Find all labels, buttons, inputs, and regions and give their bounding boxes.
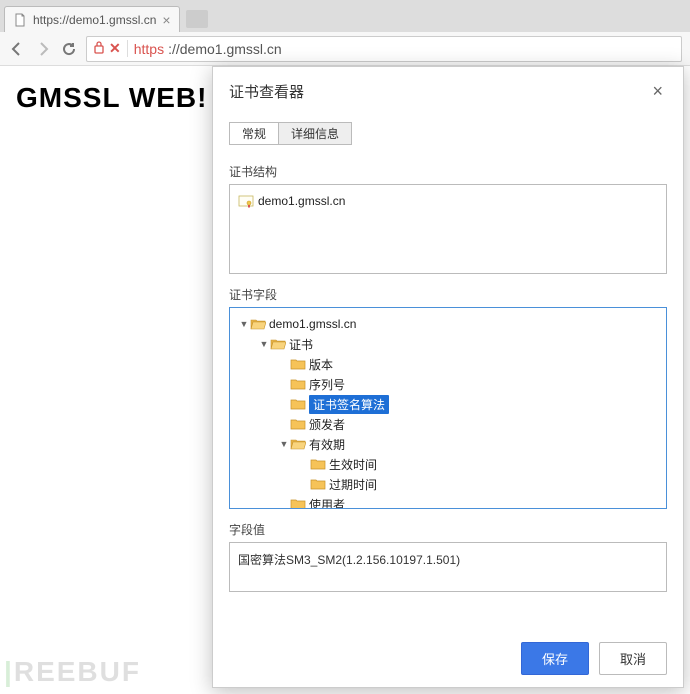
structure-root-label: demo1.gmssl.cn — [258, 194, 345, 208]
folder-icon — [290, 357, 306, 371]
chevron-down-icon[interactable]: ▼ — [278, 439, 290, 449]
certificate-icon — [238, 194, 254, 208]
tree-row[interactable]: ▶使用者 — [234, 494, 662, 509]
tree-row[interactable]: ▶过期时间 — [234, 474, 662, 494]
page-headline: GMSSL WEB! — [16, 82, 207, 113]
structure-label: 证书结构 — [229, 163, 667, 180]
cancel-button[interactable]: 取消 — [599, 642, 667, 675]
folder-open-icon — [290, 437, 306, 451]
url-scheme: https — [134, 41, 164, 57]
structure-root-row[interactable]: demo1.gmssl.cn — [234, 191, 662, 211]
folder-open-icon — [270, 337, 286, 351]
field-value-panel[interactable]: 国密算法SM3_SM2(1.2.156.10197.1.501) — [229, 542, 667, 592]
folder-icon — [310, 457, 326, 471]
folder-open-icon — [250, 317, 266, 331]
watermark-bar-icon: | — [4, 656, 14, 687]
tab-title: https://demo1.gmssl.cn — [33, 13, 156, 27]
tree-node-label: 过期时间 — [329, 476, 377, 493]
tree-node-label: 生效时间 — [329, 456, 377, 473]
tree-row[interactable]: ▶证书签名算法 — [234, 394, 662, 414]
tree-node-label: 使用者 — [309, 496, 345, 510]
url-rest: ://demo1.gmssl.cn — [168, 41, 282, 57]
forward-button[interactable] — [34, 40, 52, 58]
address-bar[interactable]: ✕ https://demo1.gmssl.cn — [86, 36, 682, 62]
certificate-structure-panel[interactable]: demo1.gmssl.cn — [229, 184, 667, 274]
tree-node-label: demo1.gmssl.cn — [269, 317, 356, 331]
tree-row[interactable]: ▼ 有效期 — [234, 434, 662, 454]
insecure-icon: ✕ — [109, 40, 121, 57]
tree-row[interactable]: ▼ 证书 — [234, 334, 662, 354]
value-label: 字段值 — [229, 521, 667, 538]
folder-icon — [290, 497, 306, 509]
tree-row[interactable]: ▶版本 — [234, 354, 662, 374]
dialog-header: 证书查看器 × — [213, 67, 683, 110]
new-tab-button[interactable] — [186, 10, 208, 28]
dialog-tabs: 常规 详细信息 — [229, 122, 667, 145]
dialog-footer: 保存 取消 — [213, 630, 683, 687]
tree-row[interactable]: ▶颁发者 — [234, 414, 662, 434]
browser-toolbar: ✕ https://demo1.gmssl.cn — [0, 32, 690, 66]
folder-icon — [310, 477, 326, 491]
folder-icon — [290, 397, 306, 411]
tree-row[interactable]: ▶生效时间 — [234, 454, 662, 474]
tree-node-label: 版本 — [309, 356, 333, 373]
dialog-title: 证书查看器 — [229, 81, 304, 102]
chevron-down-icon[interactable]: ▼ — [258, 339, 270, 349]
tree-node-label: 证书签名算法 — [309, 395, 389, 414]
tree-node-label: 序列号 — [309, 376, 345, 393]
reload-button[interactable] — [60, 40, 78, 58]
certificate-viewer-dialog: 证书查看器 × 常规 详细信息 证书结构 demo1.gmssl.cn 证书字段… — [212, 66, 684, 688]
folder-icon — [290, 377, 306, 391]
save-button[interactable]: 保存 — [521, 642, 589, 675]
watermark: |REEBUF — [4, 656, 141, 688]
tab-close-icon[interactable]: × — [156, 12, 170, 28]
browser-tab-bar: https://demo1.gmssl.cn × — [0, 0, 690, 32]
tree-node-label: 证书 — [289, 336, 313, 353]
close-icon[interactable]: × — [648, 81, 667, 102]
chevron-down-icon[interactable]: ▼ — [238, 319, 250, 329]
tree-row[interactable]: ▶序列号 — [234, 374, 662, 394]
back-button[interactable] — [8, 40, 26, 58]
page-icon — [13, 13, 27, 27]
browser-tab[interactable]: https://demo1.gmssl.cn × — [4, 6, 180, 32]
field-value-text: 国密算法SM3_SM2(1.2.156.10197.1.501) — [238, 553, 460, 567]
tab-general[interactable]: 常规 — [229, 122, 278, 145]
certificate-fields-panel[interactable]: ▼ demo1.gmssl.cn ▼ 证书▶版本▶序列号▶证书签名算法▶颁发者 ▼ 有效期… — [229, 307, 667, 509]
lock-warning-icon — [93, 40, 105, 57]
tree-row[interactable]: ▼ demo1.gmssl.cn — [234, 314, 662, 334]
tab-details[interactable]: 详细信息 — [278, 122, 352, 145]
fields-label: 证书字段 — [229, 286, 667, 303]
tree-node-label: 颁发者 — [309, 416, 345, 433]
security-indicator[interactable]: ✕ — [93, 40, 128, 57]
folder-icon — [290, 417, 306, 431]
watermark-text: REEBUF — [14, 656, 141, 687]
tree-node-label: 有效期 — [309, 436, 345, 453]
